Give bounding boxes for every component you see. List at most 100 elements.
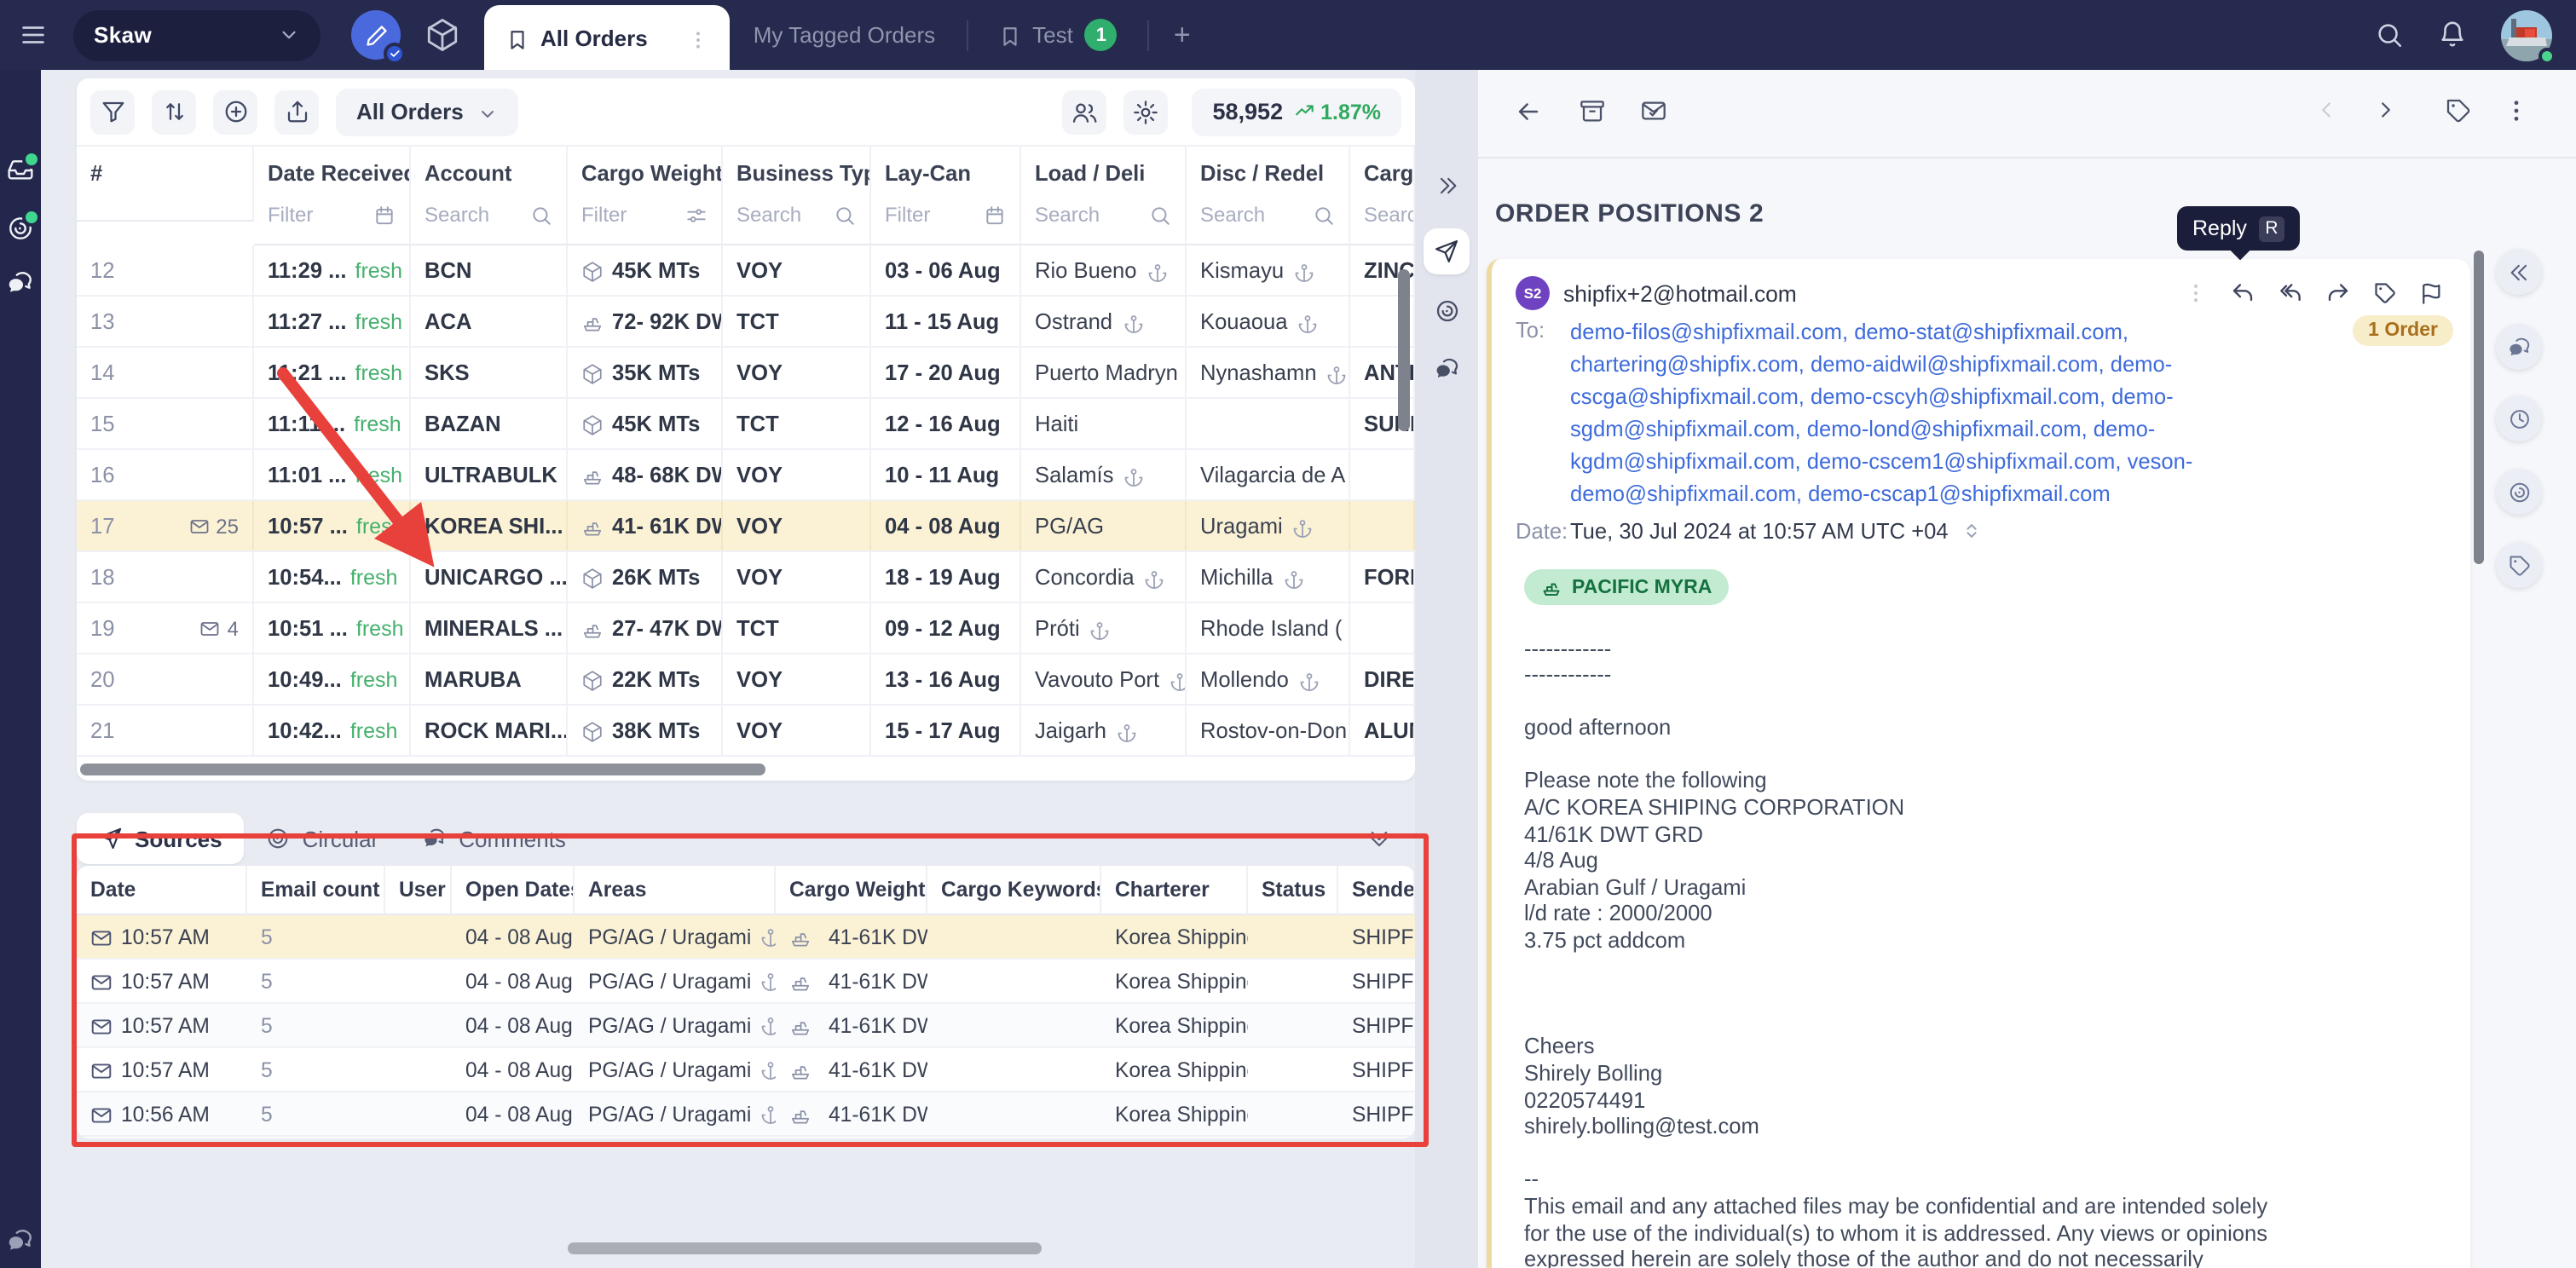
- integrations-button[interactable]: [425, 17, 460, 53]
- compose-button[interactable]: [351, 10, 401, 60]
- rail-chat-icon[interactable]: [2496, 324, 2542, 370]
- rail-sources-icon[interactable]: [1424, 228, 1470, 274]
- sidebar-circulars-icon[interactable]: [5, 213, 36, 244]
- add-order-button[interactable]: [213, 89, 257, 134]
- column-header[interactable]: Disc / Redel: [1187, 147, 1350, 193]
- order-row[interactable]: 1411:21 ...freshSKS35K MTsVOY17 - 20 Aug…: [77, 349, 1415, 400]
- rail-history-clock-icon[interactable]: [2496, 395, 2542, 441]
- hamburger-menu-icon[interactable]: [14, 20, 51, 49]
- export-button[interactable]: [274, 89, 319, 134]
- expand-details-icon[interactable]: [1962, 522, 1981, 540]
- order-row[interactable]: 2010:49...freshMARUBA22K MTsVOY13 - 16 A…: [77, 655, 1415, 706]
- view-selector-dropdown[interactable]: All Orders: [336, 88, 518, 135]
- email-scrollbar[interactable]: [2474, 251, 2484, 564]
- reply-icon[interactable]: [2230, 280, 2255, 306]
- mark-read-icon[interactable]: [1640, 97, 1667, 124]
- order-row[interactable]: 2110:42...freshROCK MARI...38K MTsVOY15 …: [77, 706, 1415, 758]
- tab-comments[interactable]: Comments: [401, 813, 588, 864]
- column-header[interactable]: Lay-Can: [871, 147, 1021, 193]
- flag-icon[interactable]: [2419, 281, 2443, 305]
- source-row[interactable]: 10:57 AM504 - 08 AugPG/AG / Uragami41-61…: [77, 1004, 1415, 1048]
- collapse-right-rail-icon[interactable]: [2496, 249, 2542, 295]
- order-row[interactable]: 172510:57 ...freshKOREA SHI...41- 61K DW…: [77, 502, 1415, 553]
- column-filter[interactable]: Search: [1021, 193, 1187, 246]
- recipient-list[interactable]: demo-filos@shipfixmail.com, demo-stat@sh…: [1570, 315, 2204, 510]
- tab-my-tagged-orders[interactable]: My Tagged Orders: [730, 0, 959, 70]
- column-header[interactable]: Open Dates: [452, 866, 575, 915]
- rail-circular-icon[interactable]: [1434, 298, 1459, 324]
- column-header[interactable]: Sender: [1338, 866, 1415, 915]
- vessel-tag[interactable]: PACIFIC MYRA: [1524, 569, 1729, 605]
- email-tag-icon[interactable]: [2373, 281, 2397, 305]
- column-filter[interactable]: Search: [723, 193, 871, 246]
- collapse-panel-icon[interactable]: [1367, 823, 1391, 854]
- order-row[interactable]: 1211:29 ...freshBCN45K MTsVOY03 - 06 Aug…: [77, 246, 1415, 297]
- column-header[interactable]: Date: [77, 866, 247, 915]
- horizontal-scrollbar[interactable]: [80, 764, 765, 775]
- archive-icon[interactable]: [1579, 97, 1606, 124]
- forward-icon[interactable]: [2325, 280, 2351, 306]
- source-row[interactable]: 10:57 AM504 - 08 AugPG/AG / Uragami41-61…: [77, 915, 1415, 960]
- rail-circular-icon[interactable]: [2496, 469, 2542, 515]
- filter-button[interactable]: [90, 89, 135, 134]
- new-tab-button[interactable]: +: [1157, 18, 1208, 52]
- order-row[interactable]: 19410:51 ...freshMINERALS ...27- 47K DWT…: [77, 604, 1415, 655]
- tab-all-orders[interactable]: All Orders: [484, 5, 730, 70]
- column-filter[interactable]: Search: [1187, 193, 1350, 246]
- tab-options-icon[interactable]: [687, 25, 709, 50]
- prev-email-icon[interactable]: [2313, 97, 2339, 123]
- column-header[interactable]: Areas: [575, 866, 776, 915]
- user-avatar[interactable]: [2501, 9, 2552, 61]
- column-header[interactable]: Load / Deli: [1021, 147, 1187, 193]
- shared-users-button[interactable]: [1063, 89, 1107, 134]
- notifications-bell-icon[interactable]: [2438, 20, 2467, 49]
- column-filter[interactable]: [77, 193, 254, 222]
- tag-icon[interactable]: [2445, 97, 2472, 124]
- order-row[interactable]: 1311:27 ...freshACA72- 92K DWTCT11 - 15 …: [77, 297, 1415, 349]
- rail-tag-icon[interactable]: [2496, 542, 2542, 588]
- column-header[interactable]: Cargo Weight: [568, 147, 723, 193]
- source-row[interactable]: 10:57 AM504 - 08 AugPG/AG / Uragami41-61…: [77, 960, 1415, 1004]
- rail-comments-icon[interactable]: [1434, 356, 1459, 382]
- order-row[interactable]: 1611:01 ...freshULTRABULK48- 68K DWVOY10…: [77, 451, 1415, 502]
- email-more-icon[interactable]: [2184, 281, 2208, 305]
- expand-rail-icon[interactable]: [1435, 174, 1458, 198]
- column-filter[interactable]: Search: [1350, 193, 1415, 246]
- order-row[interactable]: 1511:11 ...freshBAZAN45K MTsTCT12 - 16 A…: [77, 400, 1415, 451]
- order-row[interactable]: 1810:54...freshUNICARGO ...26K MTsVOY18 …: [77, 553, 1415, 604]
- column-header[interactable]: Charterer: [1101, 866, 1248, 915]
- settings-gear-button[interactable]: [1124, 89, 1169, 134]
- column-header[interactable]: Account: [411, 147, 568, 193]
- reply-all-icon[interactable]: [2278, 280, 2303, 306]
- tab-circular[interactable]: Circular: [245, 813, 401, 864]
- source-row[interactable]: 10:56 AM504 - 08 AugPG/AG / Uragami41-61…: [77, 1092, 1415, 1137]
- tab-test[interactable]: Test 1: [974, 0, 1141, 70]
- sort-button[interactable]: [152, 89, 196, 134]
- workspace-selector[interactable]: Skaw: [73, 9, 321, 61]
- column-header[interactable]: Date Received: [254, 147, 411, 193]
- column-header[interactable]: User: [385, 866, 452, 915]
- source-row[interactable]: 10:57 AM504 - 08 AugPG/AG / Uragami41-61…: [77, 1048, 1415, 1092]
- column-header[interactable]: Email count: [247, 866, 385, 915]
- column-filter[interactable]: Filter: [568, 193, 723, 246]
- column-filter[interactable]: Filter: [871, 193, 1021, 246]
- support-chat-icon[interactable]: [5, 1225, 36, 1256]
- column-header[interactable]: #: [77, 147, 254, 193]
- column-filter[interactable]: Filter: [254, 193, 411, 246]
- column-header[interactable]: Cargo Keywords: [927, 866, 1101, 915]
- sender-email[interactable]: shipfix+2@hotmail.com: [1563, 280, 1797, 306]
- column-header[interactable]: Cargo Weight: [776, 866, 927, 915]
- page-horizontal-scrollbar[interactable]: [568, 1242, 1042, 1254]
- next-email-icon[interactable]: [2373, 97, 2399, 123]
- column-header[interactable]: Status: [1248, 866, 1338, 915]
- column-header[interactable]: Business Type: [723, 147, 871, 193]
- back-arrow-icon[interactable]: [1514, 97, 1543, 126]
- order-count-badge[interactable]: 1 Order: [2353, 315, 2453, 346]
- column-filter[interactable]: Search: [411, 193, 568, 246]
- sidebar-chats-icon[interactable]: [5, 268, 36, 298]
- tab-sources[interactable]: Sources: [77, 813, 245, 864]
- column-header[interactable]: Cargo: [1350, 147, 1415, 193]
- search-icon[interactable]: [2375, 20, 2404, 49]
- more-options-icon[interactable]: [2503, 97, 2530, 124]
- sidebar-inbox-icon[interactable]: [5, 155, 36, 186]
